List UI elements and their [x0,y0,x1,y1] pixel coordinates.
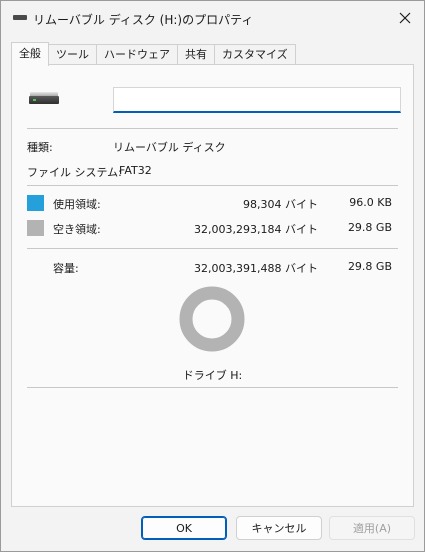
capacity-bytes: 32,003,391,488 バイト [194,262,318,275]
ok-button[interactable]: OK [141,516,227,540]
free-space-size: 29.8 GB [347,221,392,234]
usage-donut-chart [179,286,245,352]
volume-label-input[interactable] [113,87,401,113]
tab-tools[interactable]: ツール [49,44,97,66]
properties-dialog: リムーバブル ディスク (H:)のプロパティ 全般 ツール ハードウェア 共有 … [0,0,425,552]
general-panel: 種類: リムーバブル ディスク ファイル システム: FAT32 使用領域: 9… [11,64,414,507]
tab-strip: 全般 ツール ハードウェア 共有 カスタマイズ [11,42,296,66]
drive-caption: ドライブ H: [182,369,243,382]
divider [27,387,398,388]
used-space-bytes: 98,304 バイト [243,198,318,211]
type-value: リムーバブル ディスク [113,141,226,154]
capacity-size: 29.8 GB [347,260,392,273]
divider [27,185,398,186]
title-bar: リムーバブル ディスク (H:)のプロパティ [1,1,424,35]
tab-general[interactable]: 全般 [11,42,49,66]
used-space-label: 使用領域: [53,198,101,211]
divider [27,248,398,249]
window-title: リムーバブル ディスク (H:)のプロパティ [33,13,254,27]
used-space-swatch [27,195,44,211]
filesystem-label: ファイル システム: [27,166,122,179]
capacity-label: 容量: [53,262,79,275]
removable-drive-icon [29,90,59,108]
tab-hardware[interactable]: ハードウェア [97,44,178,66]
filesystem-value: FAT32 [119,164,152,177]
free-space-bytes: 32,003,293,184 バイト [194,223,318,236]
cancel-button[interactable]: キャンセル [236,516,322,540]
free-space-label: 空き領域: [53,223,101,236]
type-label: 種類: [27,141,53,154]
close-icon [399,12,411,24]
tab-sharing[interactable]: 共有 [178,44,215,66]
free-space-swatch [27,220,44,236]
close-button[interactable] [392,6,418,30]
divider [27,128,398,129]
used-space-size: 96.0 KB [349,196,392,209]
apply-button[interactable]: 適用(A) [329,516,415,540]
tab-customize[interactable]: カスタマイズ [215,44,296,66]
drive-icon [13,15,27,20]
donut-free-segment [179,286,245,352]
